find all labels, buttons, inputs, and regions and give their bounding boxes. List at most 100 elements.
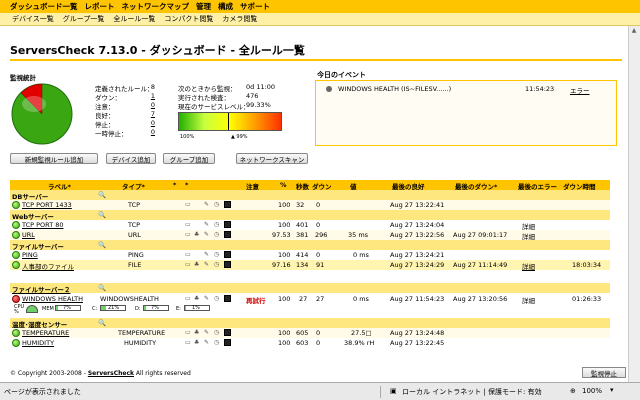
monitor-icon[interactable]: ▭ (185, 295, 191, 302)
edit-icon[interactable]: ✎ (204, 295, 210, 302)
zoom-dropdown-icon[interactable]: ▾ (610, 386, 614, 394)
stop-square-icon[interactable] (224, 221, 231, 228)
monitor-icon[interactable]: ▭ (185, 231, 191, 238)
clock-icon[interactable]: ◷ (214, 251, 220, 258)
edit-icon[interactable]: ✎ (204, 231, 210, 238)
submenu-camera[interactable]: カメラ閲覧 (222, 14, 257, 24)
edit-icon[interactable]: ✎ (204, 339, 210, 346)
submenu-all-rules[interactable]: 全ルール一覧 (113, 14, 155, 24)
col-star2[interactable]: * (185, 181, 188, 189)
vertical-scrollbar[interactable] (628, 26, 640, 382)
stop-square-icon[interactable] (224, 261, 231, 268)
menu-network-map[interactable]: ネットワークマップ (122, 1, 190, 12)
edit-icon[interactable]: ✎ (204, 329, 210, 336)
submenu-devices[interactable]: デバイス一覧 (12, 14, 54, 24)
table-header: ラベル* タイプ* * * 注意 % 秒数 ダウン 値 最後の良好 最後のダウン… (10, 180, 610, 191)
gauge-right-label: ▲ 99% (231, 134, 248, 140)
rule-last-good: Aug 27 13:24:29 (390, 261, 445, 269)
status-pie-chart (11, 83, 73, 145)
rule-label[interactable]: TCP PORT 80 (22, 221, 64, 229)
network-icon[interactable]: ♣ (194, 231, 200, 238)
monitor-icon[interactable]: ▭ (185, 329, 191, 336)
stat-label-paused: 一時停止： (95, 130, 128, 138)
network-icon[interactable]: ♣ (194, 261, 200, 268)
clock-icon[interactable]: ◷ (214, 201, 220, 208)
table-row: TEMPERATURE TEMPERATURE ▭ ♣ ✎ ◷ 100 605 … (10, 328, 610, 338)
stop-monitoring-button[interactable]: 監視停止 (582, 367, 626, 378)
footer: © Copyright 2003-2008 - ServersCheck All… (10, 370, 191, 377)
submenu-compact[interactable]: コンパクト閲覧 (164, 14, 213, 24)
monitor-icon[interactable]: ▭ (185, 201, 191, 208)
network-icon[interactable]: ♣ (194, 339, 200, 346)
edit-icon[interactable]: ✎ (204, 201, 210, 208)
rule-label[interactable]: WINDOWS HEALTH (22, 295, 83, 303)
stat-value-stopped[interactable]: 0 (140, 119, 155, 127)
add-device-button[interactable]: デバイス追加 (106, 153, 156, 164)
edit-icon[interactable]: ✎ (204, 221, 210, 228)
footer-brand-link[interactable]: ServersCheck (88, 370, 134, 377)
rule-downtime: 18:03:34 (572, 261, 602, 269)
rule-label[interactable]: PING (22, 251, 38, 259)
group-search-icon[interactable]: 🔍 (98, 191, 106, 199)
page-title: ServersCheck 7.13.0 - ダッシュボード - 全ルール一覧 (10, 44, 305, 57)
stop-square-icon[interactable] (224, 231, 231, 238)
edit-icon[interactable]: ✎ (204, 251, 210, 258)
group-row: 温度･湿度センサー 🔍 (10, 318, 610, 329)
rule-label[interactable]: URL (22, 231, 35, 239)
stat-value-down[interactable]: 1 (140, 92, 155, 100)
rule-label[interactable]: TEMPERATURE (22, 329, 69, 337)
network-scan-button[interactable]: ネットワークスキャン (236, 153, 308, 164)
monitor-icon[interactable]: ▭ (185, 261, 191, 268)
menu-config[interactable]: 構成 (218, 1, 233, 12)
group-search-icon[interactable]: 🔍 (98, 211, 106, 219)
clock-icon[interactable]: ◷ (214, 221, 220, 228)
group-file2[interactable]: ファイルサーバー２ (12, 284, 70, 294)
rule-label[interactable]: TCP PORT 1433 (22, 201, 72, 209)
zoom-level[interactable]: 100% (582, 387, 602, 395)
rule-last-good: Aug 27 13:24:21 (390, 251, 445, 259)
monitor-icon[interactable]: ▭ (185, 221, 191, 228)
stat-value-paused[interactable]: 0 (140, 128, 155, 136)
status-ok-icon (12, 251, 20, 259)
menu-support[interactable]: サポート (240, 1, 270, 12)
network-icon[interactable]: ♣ (194, 295, 200, 302)
disk-d-label: D: (135, 306, 141, 312)
stop-square-icon[interactable] (224, 251, 231, 258)
scroll-up-arrow-icon[interactable]: ▲ (629, 27, 639, 37)
zoom-icon[interactable]: ⊕ (570, 387, 576, 395)
event-close-icon[interactable] (326, 86, 332, 92)
menu-reports[interactable]: レポート (85, 1, 115, 12)
rule-error-detail-link[interactable]: 詳細 (522, 261, 535, 271)
stop-square-icon[interactable] (224, 329, 231, 336)
rule-label[interactable]: HUMIDITY (22, 339, 54, 347)
mem-label: MEM (42, 306, 54, 312)
edit-icon[interactable]: ✎ (204, 261, 210, 268)
monitor-icon[interactable]: ▭ (185, 339, 191, 346)
stop-square-icon[interactable] (224, 295, 231, 302)
menu-dashboards[interactable]: ダッシュボード一覧 (10, 1, 78, 12)
add-group-button[interactable]: グループ追加 (163, 153, 215, 164)
clock-icon[interactable]: ◷ (214, 261, 220, 268)
submenu-groups[interactable]: グループ一覧 (63, 14, 105, 24)
table-row: TCP PORT 1433 TCP ▭ ✎ ◷ 100 32 0 Aug 27 … (10, 200, 610, 210)
col-star1[interactable]: * (173, 181, 176, 189)
rule-label[interactable]: 人事部のファイル (22, 261, 74, 271)
clock-icon[interactable]: ◷ (214, 339, 220, 346)
add-rule-button[interactable]: 新規監視ルール追加 (10, 153, 98, 164)
menu-admin[interactable]: 管理 (196, 1, 211, 12)
clock-icon[interactable]: ◷ (214, 329, 220, 336)
network-icon[interactable]: ♣ (194, 329, 200, 336)
group-search-icon[interactable]: 🔍 (98, 284, 106, 292)
group-search-icon[interactable]: 🔍 (98, 241, 106, 249)
monitor-icon[interactable]: ▭ (185, 251, 191, 258)
clock-icon[interactable]: ◷ (214, 231, 220, 238)
event-status-link[interactable]: エラー (570, 85, 590, 95)
rule-down: 0 (316, 251, 321, 259)
stop-square-icon[interactable] (224, 339, 231, 346)
stat-value-good[interactable]: 7 (140, 110, 155, 118)
clock-icon[interactable]: ◷ (214, 295, 220, 302)
stat-value-warn[interactable]: 0 (140, 101, 155, 109)
group-search-icon[interactable]: 🔍 (98, 319, 106, 327)
rule-type: WINDOWSHEALTH (100, 295, 159, 303)
stop-square-icon[interactable] (224, 201, 231, 208)
